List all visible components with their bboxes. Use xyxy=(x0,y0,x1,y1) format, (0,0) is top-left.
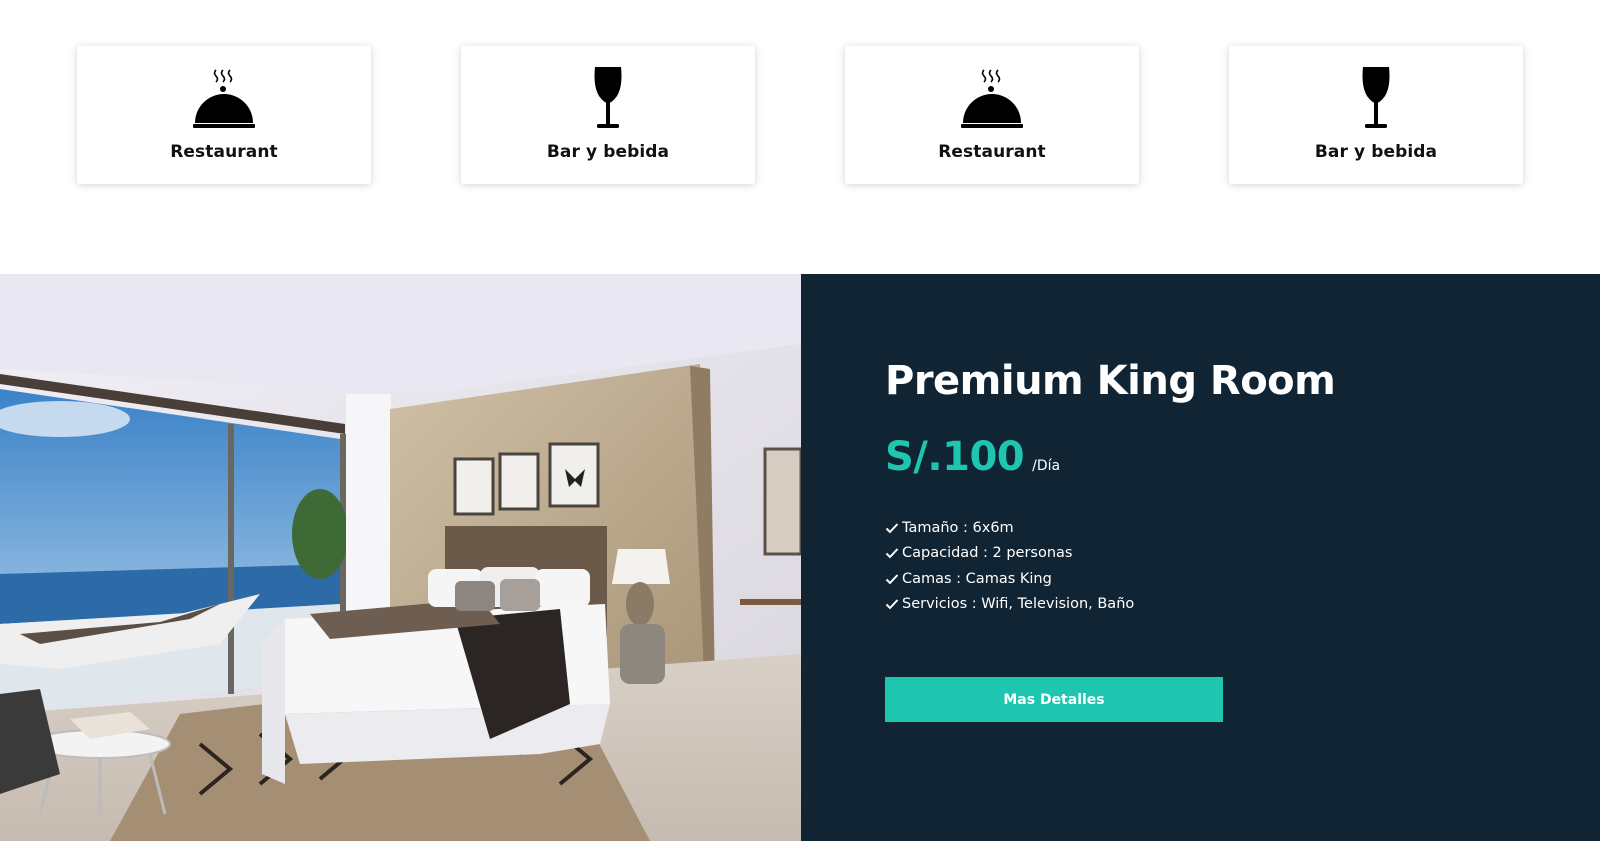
wine-glass-icon xyxy=(1360,66,1392,130)
feature-item: Servicios : Wifi, Television, Baño xyxy=(885,592,1134,618)
feature-text: Servicios : Wifi, Television, Baño xyxy=(902,596,1135,613)
room-features-list: Tamaño : 6x6m Capacidad : 2 personas Cam… xyxy=(885,515,1134,617)
check-icon xyxy=(885,574,899,585)
service-card-restaurant[interactable]: Restaurant xyxy=(845,46,1139,184)
feature-item: Tamaño : 6x6m xyxy=(885,515,1134,541)
room-info-panel: Premium King Room S/.100 /Día Tamaño : 6… xyxy=(801,274,1600,841)
service-label: Restaurant xyxy=(170,142,278,162)
service-label: Bar y bebida xyxy=(1314,142,1438,162)
price-row: S/.100 /Día xyxy=(885,434,1060,480)
wine-glass-icon xyxy=(592,66,624,130)
check-icon xyxy=(885,548,899,559)
cloche-icon xyxy=(960,66,1024,130)
price-period: /Día xyxy=(1032,458,1061,474)
room-title: Premium King Room xyxy=(885,358,1336,404)
service-card-bar[interactable]: Bar y bebida xyxy=(461,46,755,184)
service-card-restaurant[interactable]: Restaurant xyxy=(77,46,371,184)
service-label: Bar y bebida xyxy=(546,142,670,162)
check-icon xyxy=(885,599,899,610)
bedroom-photo xyxy=(0,274,801,841)
room-price: S/.100 xyxy=(885,434,1025,480)
feature-text: Tamaño : 6x6m xyxy=(902,519,1014,536)
more-details-button[interactable]: Mas Detalles xyxy=(885,677,1223,722)
feature-item: Capacidad : 2 personas xyxy=(885,541,1134,567)
feature-text: Camas : Camas King xyxy=(902,570,1052,587)
services-section: Restaurant Bar y bebida Restaurant Bar y… xyxy=(0,0,1600,274)
feature-text: Capacidad : 2 personas xyxy=(902,545,1073,562)
feature-item: Camas : Camas King xyxy=(885,566,1134,592)
room-section: Premium King Room S/.100 /Día Tamaño : 6… xyxy=(0,274,1600,841)
service-card-bar[interactable]: Bar y bebida xyxy=(1229,46,1523,184)
check-icon xyxy=(885,523,899,534)
service-label: Restaurant xyxy=(938,142,1046,162)
cloche-icon xyxy=(192,66,256,130)
